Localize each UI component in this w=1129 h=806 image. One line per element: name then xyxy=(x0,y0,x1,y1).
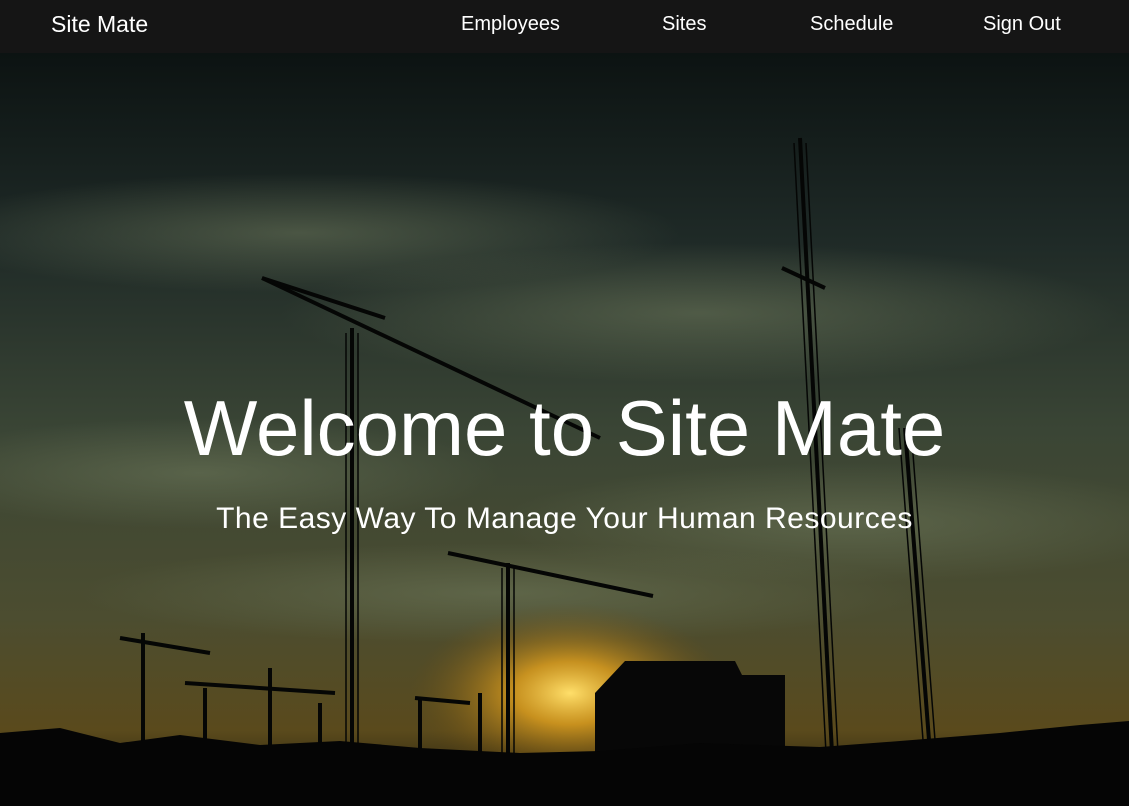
hero-section: Welcome to Site Mate The Easy Way To Man… xyxy=(0,53,1129,806)
hero-title: Welcome to Site Mate xyxy=(183,384,946,472)
brand-link[interactable]: Site Mate xyxy=(51,11,148,38)
nav-link-sites[interactable]: Sites xyxy=(662,13,706,36)
nav-link-schedule[interactable]: Schedule xyxy=(810,13,893,36)
nav-link-sign-out[interactable]: Sign Out xyxy=(983,13,1061,36)
hero-subtitle: The Easy Way To Manage Your Human Resour… xyxy=(216,502,913,535)
nav-link-employees[interactable]: Employees xyxy=(461,13,560,36)
top-navbar: Site Mate Employees Sites Schedule Sign … xyxy=(0,0,1129,53)
